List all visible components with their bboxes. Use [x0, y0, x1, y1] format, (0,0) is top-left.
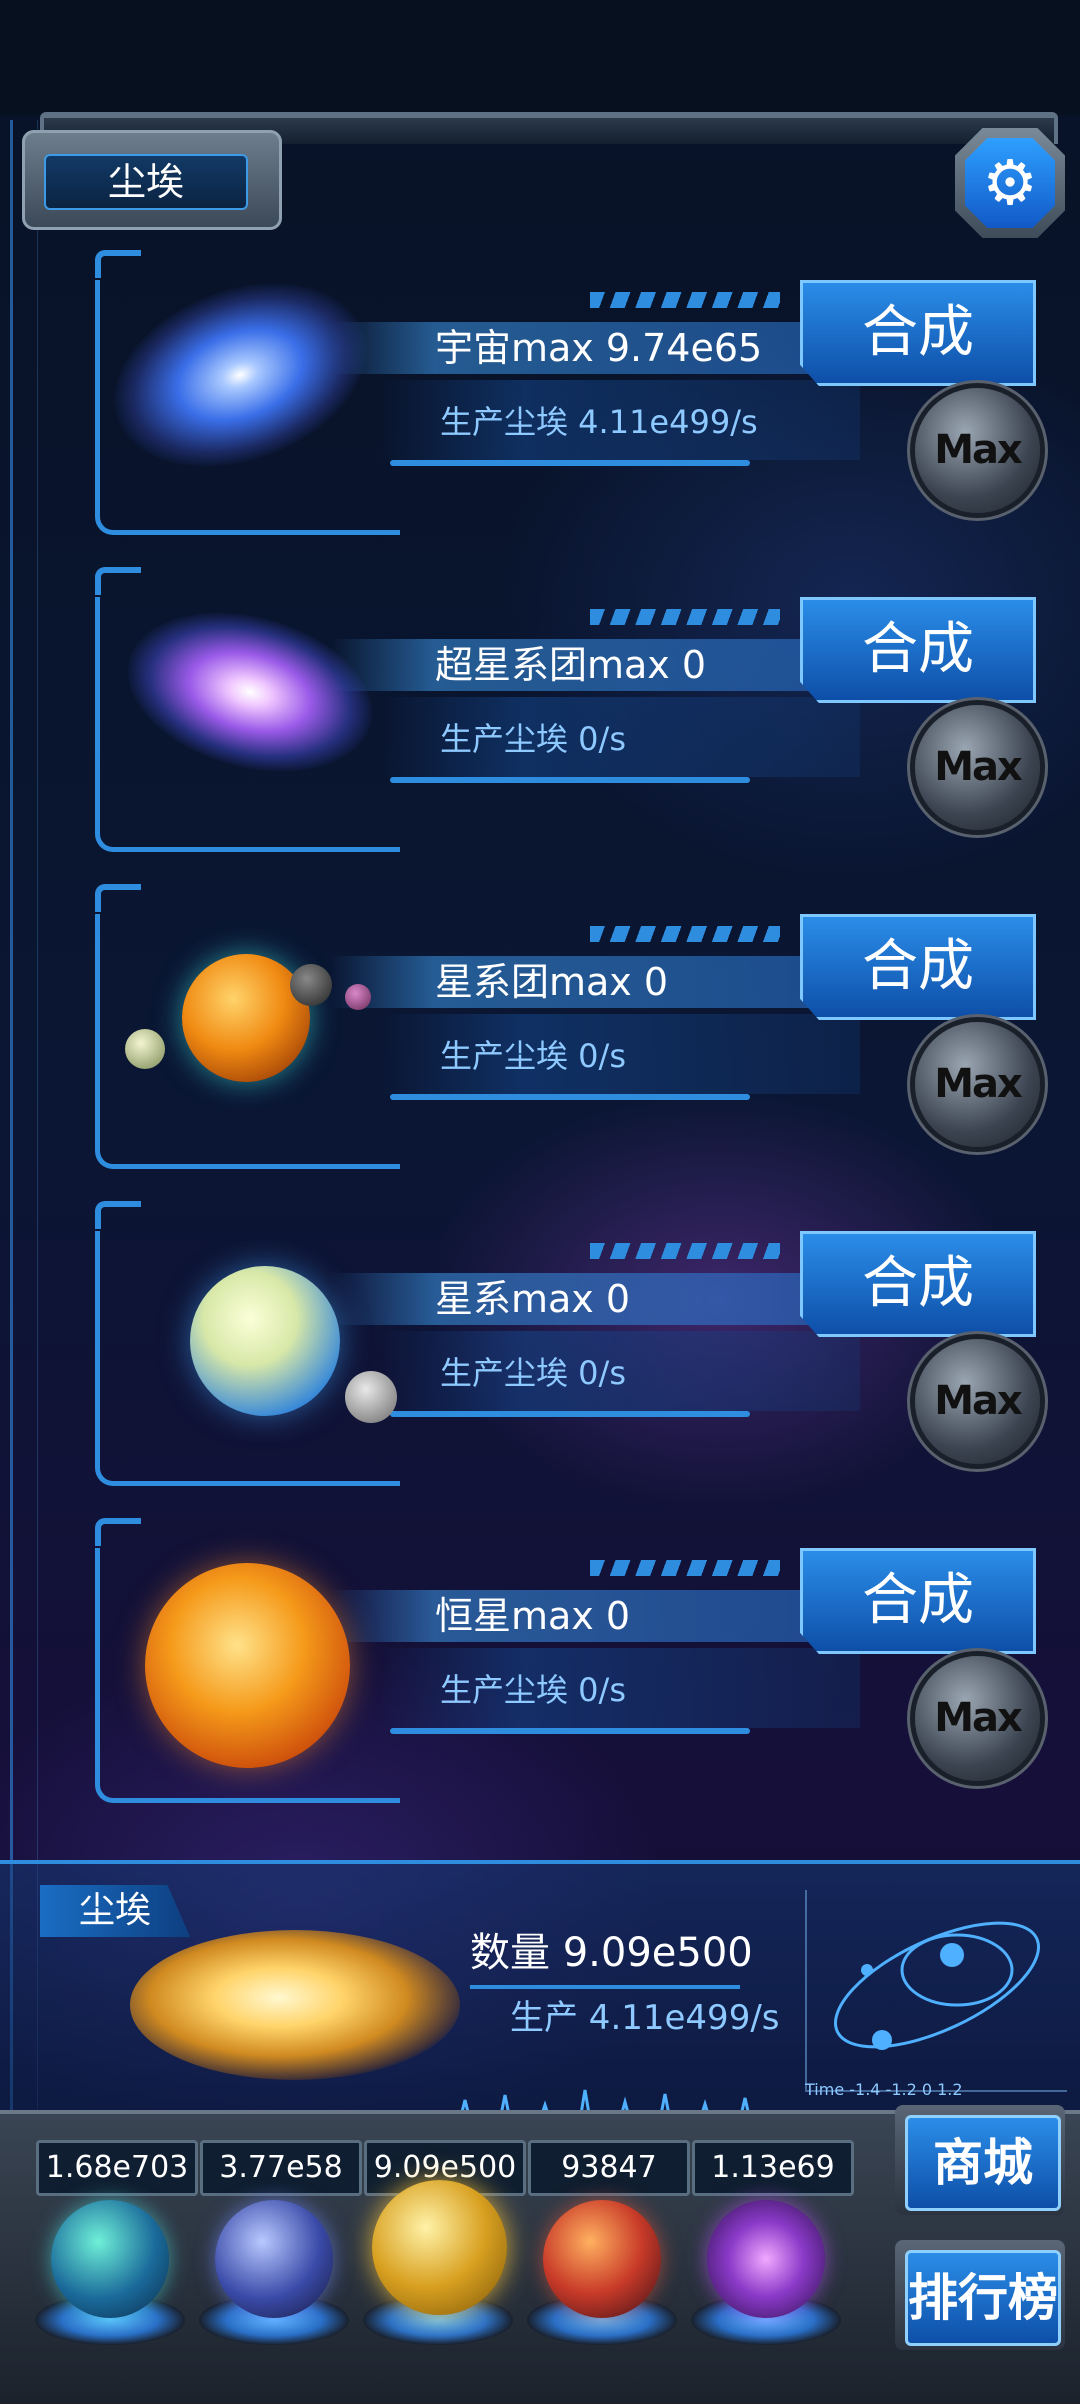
item-production: 生产尘埃 0/s: [440, 720, 626, 758]
status-bar-area: [0, 0, 1080, 115]
dust-orb-icon[interactable]: [372, 2180, 507, 2315]
card-corner: [95, 250, 141, 278]
moon-icon: [345, 1371, 397, 1423]
ranking-button[interactable]: 排行榜: [895, 2240, 1065, 2350]
item-production: 生产尘埃 0/s: [440, 1671, 626, 1709]
card-corner: [95, 884, 141, 912]
planet-icon: [190, 1266, 340, 1416]
card-deco-stripes: [590, 609, 780, 625]
synthesize-button[interactable]: 合成: [800, 1231, 1036, 1337]
planet-small-icon: [125, 1029, 165, 1069]
resource-counter: 1.68e703: [36, 2140, 198, 2196]
card-deco-stripes: [590, 926, 780, 942]
card-corner: [95, 567, 141, 595]
item-name: 超星系团max 0: [435, 643, 707, 687]
item-production: 生产尘埃 0/s: [440, 1037, 626, 1075]
section-tab[interactable]: 尘埃: [22, 130, 282, 230]
synthesize-button[interactable]: 合成: [800, 914, 1036, 1020]
item-production: 生产尘埃 0/s: [440, 1354, 626, 1392]
card-underline: [390, 777, 750, 783]
item-name: 恒星max 0: [435, 1594, 631, 1638]
planet-small-icon: [290, 964, 332, 1006]
resource-counter: 3.77e58: [200, 2140, 362, 2196]
graph-axis-labels: Time -1.4 -1.2 0 1.2: [805, 2080, 963, 2099]
item-name: 星系团max 0: [435, 960, 669, 1004]
max-button[interactable]: Max: [915, 1022, 1040, 1147]
orbit-graph-graphic: [805, 1890, 1067, 2092]
item-card-galaxy: 星系max 0 生产尘埃 0/s 合成 Max: [0, 1201, 1080, 1501]
card-underline: [390, 1094, 750, 1100]
shop-button-label: 商城: [905, 2115, 1061, 2211]
resource-counter: 1.13e69: [692, 2140, 854, 2196]
card-corner: [95, 1518, 141, 1546]
item-card-universe: 宇宙max 9.74e65 生产尘埃 4.11e499/s 合成 Max: [0, 250, 1080, 550]
item-name: 宇宙max 9.74e65: [435, 326, 763, 370]
ranking-button-label: 排行榜: [905, 2250, 1061, 2346]
portal-orb-icon[interactable]: [707, 2200, 825, 2318]
card-deco-stripes: [590, 1560, 780, 1576]
brain-orb-icon[interactable]: [543, 2200, 661, 2318]
max-button[interactable]: Max: [915, 1339, 1040, 1464]
max-button[interactable]: Max: [915, 1656, 1040, 1781]
synthesize-button[interactable]: 合成: [800, 1548, 1036, 1654]
dust-cloud-icon: [130, 1930, 460, 2080]
item-production: 生产尘埃 4.11e499/s: [440, 403, 758, 441]
resource-counter: 93847: [528, 2140, 690, 2196]
max-button[interactable]: Max: [915, 388, 1040, 513]
settings-button[interactable]: ⚙: [955, 128, 1065, 238]
atom-orb-icon[interactable]: [51, 2200, 169, 2318]
item-card-galaxy-cluster: 星系团max 0 生产尘埃 0/s 合成 Max: [0, 884, 1080, 1184]
amount-underline: [470, 1985, 740, 1989]
dust-amount: 数量 9.09e500: [470, 1930, 753, 1976]
synthesize-button[interactable]: 合成: [800, 280, 1036, 386]
card-deco-stripes: [590, 292, 780, 308]
dust-rate: 生产 4.11e499/s: [510, 1998, 780, 2038]
card-corner: [95, 1201, 141, 1229]
card-deco-stripes: [590, 1243, 780, 1259]
synthesize-button[interactable]: 合成: [800, 597, 1036, 703]
max-button[interactable]: Max: [915, 705, 1040, 830]
solar-system-icon: [182, 954, 310, 1082]
card-underline: [390, 1728, 750, 1734]
item-name: 星系max 0: [435, 1277, 631, 1321]
section-tab-label: 尘埃: [44, 154, 248, 210]
item-card-supercluster: 超星系团max 0 生产尘埃 0/s 合成 Max: [0, 567, 1080, 867]
star-icon: [145, 1563, 350, 1768]
card-underline: [390, 460, 750, 466]
lightning-orb-icon[interactable]: [215, 2200, 333, 2318]
item-card-star: 恒星max 0 生产尘埃 0/s 合成 Max: [0, 1518, 1080, 1818]
card-underline: [390, 1411, 750, 1417]
dust-label: 尘埃: [40, 1885, 190, 1937]
planet-small-icon: [345, 984, 371, 1010]
shop-button[interactable]: 商城: [895, 2105, 1065, 2215]
gear-icon: ⚙: [965, 138, 1055, 228]
